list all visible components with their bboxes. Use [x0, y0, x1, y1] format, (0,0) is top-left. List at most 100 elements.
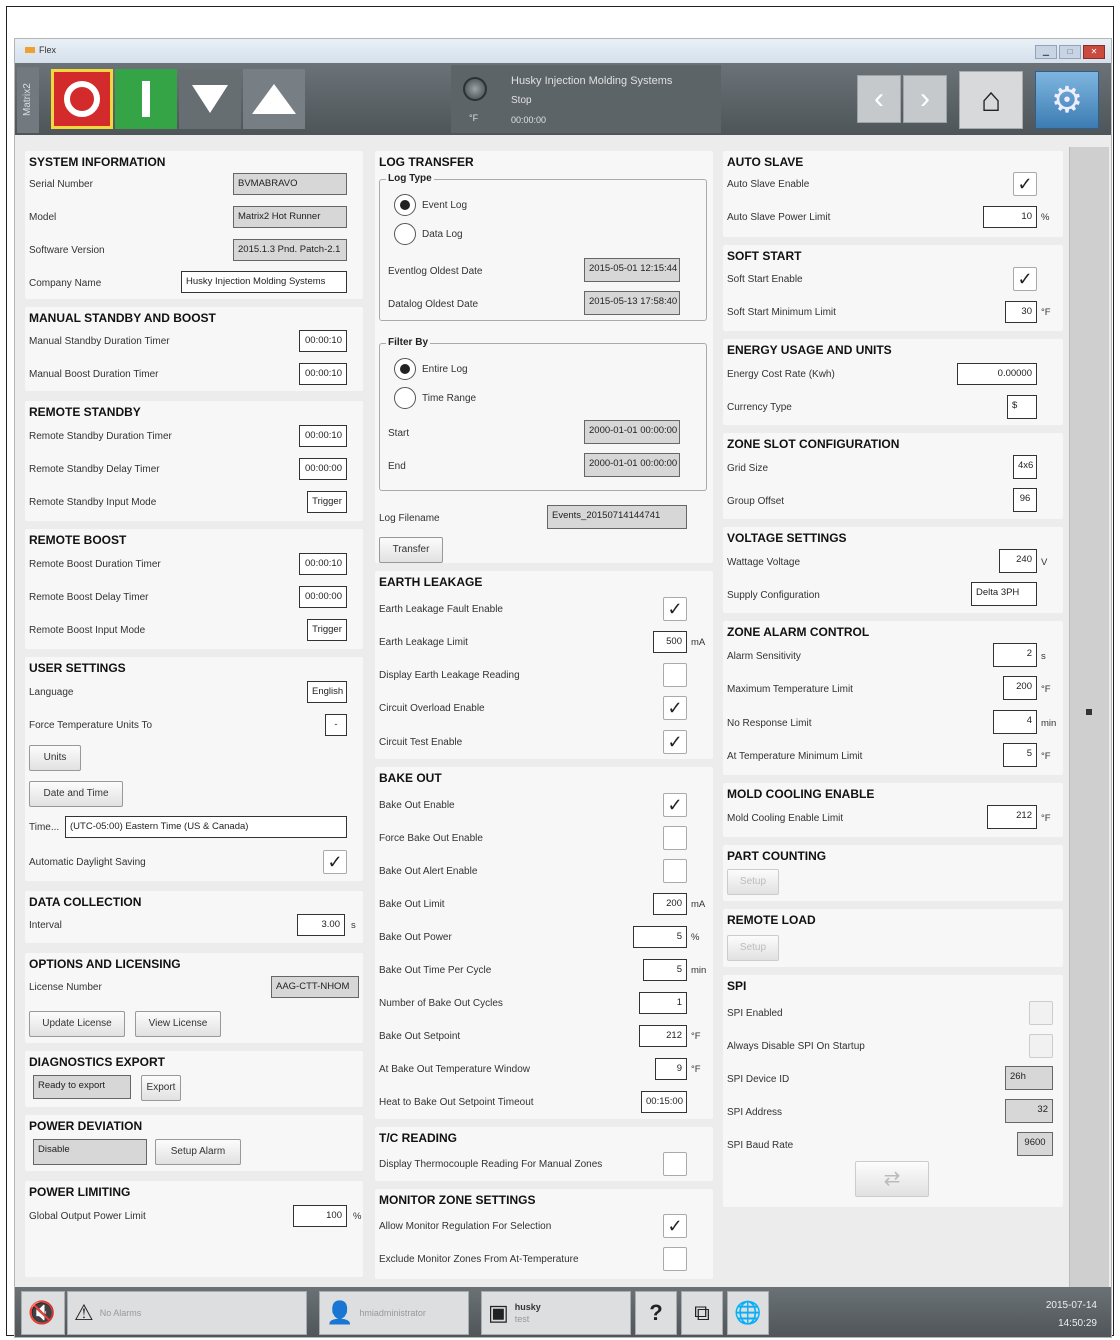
power-deviation-field[interactable]: Disable [33, 1139, 147, 1165]
view-license-button[interactable]: View License [135, 1011, 221, 1037]
timezone-label: Time... [29, 822, 60, 833]
mold-cooling-field[interactable]: 212 [987, 805, 1037, 829]
currency-field[interactable]: $ [1007, 395, 1037, 419]
standby-button[interactable] [179, 69, 241, 129]
data-log-radio[interactable] [394, 223, 416, 245]
force-bake-checkbox[interactable] [663, 826, 687, 850]
el-display-checkbox[interactable] [663, 663, 687, 687]
supply-field[interactable]: Delta 3PH [971, 582, 1037, 606]
max-temp-field[interactable]: 200 [1003, 676, 1037, 700]
group-offset-field[interactable]: 96 [1013, 488, 1037, 512]
units-button[interactable]: Units [29, 745, 81, 771]
power-limit-field[interactable]: 100 [293, 1205, 347, 1227]
remote-boost-duration-field[interactable]: 00:00:10 [299, 553, 347, 575]
el-fault-checkbox[interactable]: ✓ [663, 597, 687, 621]
vertical-scrollbar[interactable] [1069, 147, 1109, 1287]
start-field[interactable]: 2000-01-01 00:00:00 [584, 420, 680, 444]
bake-alert-checkbox[interactable] [663, 859, 687, 883]
at-temp-field[interactable]: 5 [1003, 743, 1037, 767]
settings-button[interactable]: ⚙ [1035, 71, 1099, 129]
entire-log-radio[interactable] [394, 358, 416, 380]
panel-title: SYSTEM INFORMATION [29, 155, 166, 169]
timezone-field[interactable]: (UTC-05:00) Eastern Time (US & Canada) [65, 816, 347, 838]
transfer-button[interactable]: Transfer [379, 537, 443, 563]
mold-button[interactable]: ▣ husky test [481, 1291, 631, 1335]
tc-display-checkbox[interactable] [663, 1152, 687, 1176]
zone-slot-panel: ZONE SLOT CONFIGURATION Grid Size 4x6 Gr… [723, 433, 1063, 519]
el-limit-field[interactable]: 500 [653, 631, 687, 653]
time-range-radio[interactable] [394, 387, 416, 409]
remote-standby-delay-field[interactable]: 00:00:00 [299, 458, 347, 480]
spi-apply-button[interactable]: ⇄ [855, 1161, 929, 1197]
forward-button[interactable]: › [903, 75, 947, 123]
spi-enabled-checkbox[interactable] [1029, 1001, 1053, 1025]
soft-start-enable-checkbox[interactable]: ✓ [1013, 267, 1037, 291]
mute-button[interactable]: 🔇 [21, 1291, 65, 1335]
alarms-button[interactable]: ⚠ No Alarms [67, 1291, 307, 1335]
bake-window-field[interactable]: 9 [655, 1058, 687, 1080]
interval-field[interactable]: 3.00 [297, 914, 345, 936]
spi-device-field[interactable]: 26h [1005, 1066, 1053, 1090]
auto-slave-panel: AUTO SLAVE Auto Slave Enable ✓ Auto Slav… [723, 151, 1063, 237]
home-button[interactable]: ⌂ [959, 71, 1023, 129]
manual-standby-field[interactable]: 00:00:10 [299, 330, 347, 352]
remote-standby-duration-field[interactable]: 00:00:10 [299, 425, 347, 447]
remote-load-setup-button[interactable]: Setup [727, 935, 779, 961]
remote-standby-mode-field[interactable]: Trigger [307, 491, 347, 513]
manual-boost-field[interactable]: 00:00:10 [299, 363, 347, 385]
force-units-field[interactable]: - [325, 714, 347, 736]
bake-time-field[interactable]: 5 [643, 959, 687, 981]
update-license-button[interactable]: Update License [29, 1011, 125, 1037]
event-log-radio[interactable] [394, 194, 416, 216]
remote-boost-delay-field[interactable]: 00:00:00 [299, 586, 347, 608]
bake-enable-checkbox[interactable]: ✓ [663, 793, 687, 817]
setup-alarm-button[interactable]: Setup Alarm [155, 1139, 241, 1165]
soft-start-min-field[interactable]: 30 [1005, 301, 1037, 323]
bake-limit-field[interactable]: 200 [653, 893, 687, 915]
user-button[interactable]: 👤 hmiadministrator [319, 1291, 469, 1335]
auto-slave-enable-checkbox[interactable]: ✓ [1013, 172, 1037, 196]
grid-size-field[interactable]: 4x6 [1013, 455, 1037, 479]
part-counting-setup-button[interactable]: Setup [727, 869, 779, 895]
bake-timeout-field[interactable]: 00:15:00 [641, 1091, 687, 1113]
soft-start-min-unit: °F [1041, 307, 1051, 318]
exclude-monitor-checkbox[interactable] [663, 1247, 687, 1271]
bake-power-field[interactable]: 5 [633, 926, 687, 948]
energy-rate-field[interactable]: 0.00000 [957, 363, 1037, 385]
group-offset-label: Group Offset [727, 496, 785, 507]
date-time-button[interactable]: Date and Time [29, 781, 123, 807]
remote-boost-mode-field[interactable]: Trigger [307, 619, 347, 641]
close-button[interactable]: ✕ [1083, 45, 1105, 59]
dst-checkbox[interactable]: ✓ [323, 850, 347, 874]
scrollbar-thumb[interactable] [1086, 709, 1092, 715]
circuit-overload-checkbox[interactable]: ✓ [663, 696, 687, 720]
wattage-label: Wattage Voltage [727, 557, 801, 568]
circuit-test-checkbox[interactable]: ✓ [663, 730, 687, 754]
maximize-button[interactable]: □ [1059, 45, 1081, 59]
status-lamp-icon [463, 77, 487, 101]
start-button[interactable] [115, 69, 177, 129]
alarm-sensitivity-field[interactable]: 2 [993, 643, 1037, 667]
export-button[interactable]: Export [141, 1075, 181, 1101]
stop-button[interactable] [51, 69, 113, 129]
screenshot-button[interactable]: ⧉ [681, 1291, 723, 1335]
company-field[interactable]: Husky Injection Molding Systems [181, 271, 347, 293]
back-button[interactable]: ‹ [857, 75, 901, 123]
end-field[interactable]: 2000-01-01 00:00:00 [584, 453, 680, 477]
auto-slave-limit-field[interactable]: 10 [983, 206, 1037, 228]
help-button[interactable]: ? [635, 1291, 677, 1335]
allow-monitor-checkbox[interactable]: ✓ [663, 1214, 687, 1238]
bake-cycles-field[interactable]: 1 [639, 992, 687, 1014]
language-button[interactable]: 🌐 [727, 1291, 769, 1335]
spi-baud-field[interactable]: 9600 [1017, 1132, 1053, 1156]
spi-address-field[interactable]: 32 [1005, 1099, 1053, 1123]
panel-title: MOLD COOLING ENABLE [727, 787, 875, 801]
bake-setpoint-field[interactable]: 212 [639, 1025, 687, 1047]
el-fault-label: Earth Leakage Fault Enable [379, 604, 503, 615]
wattage-field[interactable]: 240 [999, 549, 1037, 573]
minimize-button[interactable]: ▁ [1035, 45, 1057, 59]
no-response-field[interactable]: 4 [993, 710, 1037, 734]
spi-disable-checkbox[interactable] [1029, 1034, 1053, 1058]
language-field[interactable]: English [307, 681, 347, 703]
boost-button[interactable] [243, 69, 305, 129]
